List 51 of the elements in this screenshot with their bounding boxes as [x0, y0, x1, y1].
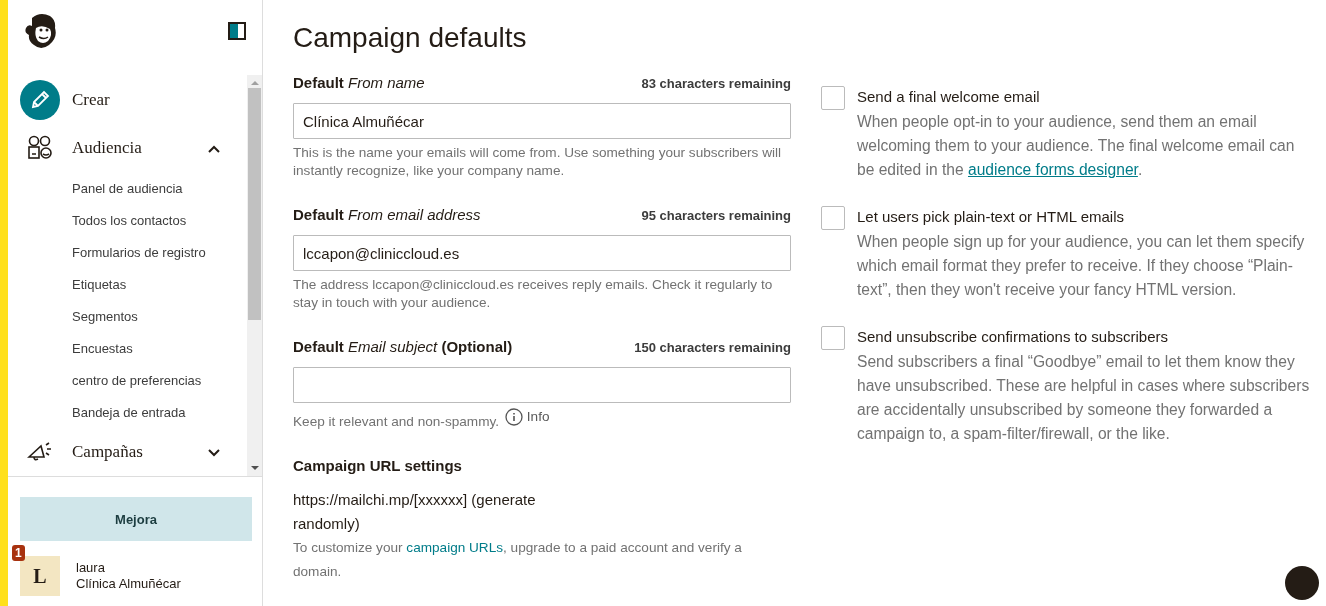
sidebar-item[interactable]: Campañas [72, 442, 207, 462]
checkbox[interactable] [821, 86, 845, 110]
option-title[interactable]: Send a final welcome email [857, 86, 1040, 108]
input-field[interactable]: Clínica Almuñécar [293, 103, 791, 139]
sidebar-subitem[interactable]: Encuestas [8, 333, 133, 365]
sidebar-subitem[interactable]: Formularios de registro [8, 237, 206, 269]
user-avatar[interactable]: L [20, 556, 60, 596]
sidebar-subitem[interactable]: Bandeja de entrada [8, 397, 186, 429]
input-field[interactable] [293, 367, 791, 403]
characters-remaining: 95 characters remaining [641, 208, 791, 223]
sidebar-item[interactable]: Crear [72, 90, 247, 110]
sidebar-subitem[interactable]: Etiquetas [8, 269, 127, 301]
section-heading: Campaign URL settings [293, 457, 462, 474]
text-link[interactable]: audience forms designer [968, 161, 1138, 178]
sidebar-subitem[interactable]: Todos los contactos [8, 205, 187, 237]
url-note: To customize your campaign URLs, upgrade to a paid account and verify a domain. [293, 539, 743, 581]
url-text: https://mailchi.mp/[xxxxxx] (generate randomly) [293, 490, 537, 534]
caret-down-icon[interactable] [207, 447, 221, 457]
organization-name: Clínica Almuñécar [76, 576, 181, 592]
checkbox[interactable] [821, 326, 845, 350]
user-name: laura [76, 560, 106, 576]
option-description: When people opt-in to your audience, send them an email welcoming them to your audience. The final welcome email can be edited in the audience forms designer. [857, 112, 1296, 180]
input-field[interactable]: lccapon@cliniccloud.es [293, 235, 791, 271]
help-text: This is the name your emails will come from. Use something your subscribers will instantly recognize, like your company name. [293, 145, 782, 178]
sidebar-item[interactable]: Audiencia [72, 138, 207, 158]
people-icon [27, 135, 53, 161]
notification-badge: 1 [12, 545, 25, 561]
scroll-down-icon[interactable] [250, 466, 259, 471]
upgrade-button[interactable]: Mejora [20, 497, 252, 541]
sidebar-subitem[interactable]: Panel de audiencia [8, 173, 183, 205]
field-label: Default Email subject (Optional) [293, 338, 513, 355]
characters-remaining: 83 characters remaining [641, 76, 791, 91]
field-label: Default From email address [293, 206, 481, 223]
help-text: The address lccapon@cliniccloud.es receives reply emails. Check it regularly to stay in touch with your audience. [293, 277, 773, 310]
page-title: Campaign defaults [293, 22, 527, 54]
sidebar-subitem[interactable]: centro de preferencias [8, 365, 202, 397]
option-description: When people sign up for your audience, you can let them specify which email format they prefer to receive. If they choose “Plain-text”, then they won't receive your fancy HTML version. [857, 232, 1306, 300]
option-title[interactable]: Send unsubscribe confirmations to subscribers [857, 326, 1168, 348]
pencil-icon [20, 80, 60, 120]
option-description: Send subscribers a final “Goodbye” email to let them know they have unsubscribed. These are helpful in cases where subscribers are accidentally unsubscribed by someone they forwarded a campaign to, a spam-filter/firewall, or the like. [857, 352, 1311, 444]
megaphone-icon [27, 441, 53, 463]
characters-remaining: 150 characters remaining [634, 340, 791, 355]
scrollbar[interactable] [247, 75, 262, 476]
checkbox[interactable] [821, 206, 845, 230]
sidebar-subitem[interactable]: Segmentos [8, 301, 138, 333]
caret-up-icon[interactable] [207, 143, 221, 153]
sidebar-toggle-icon[interactable] [228, 22, 246, 40]
field-label: Default From name [293, 74, 425, 91]
info-link[interactable]: Info [502, 408, 550, 426]
help-text: Keep it relevant and non-spammy. [293, 414, 500, 429]
option-title[interactable]: Let users pick plain-text or HTML emails [857, 206, 1125, 228]
